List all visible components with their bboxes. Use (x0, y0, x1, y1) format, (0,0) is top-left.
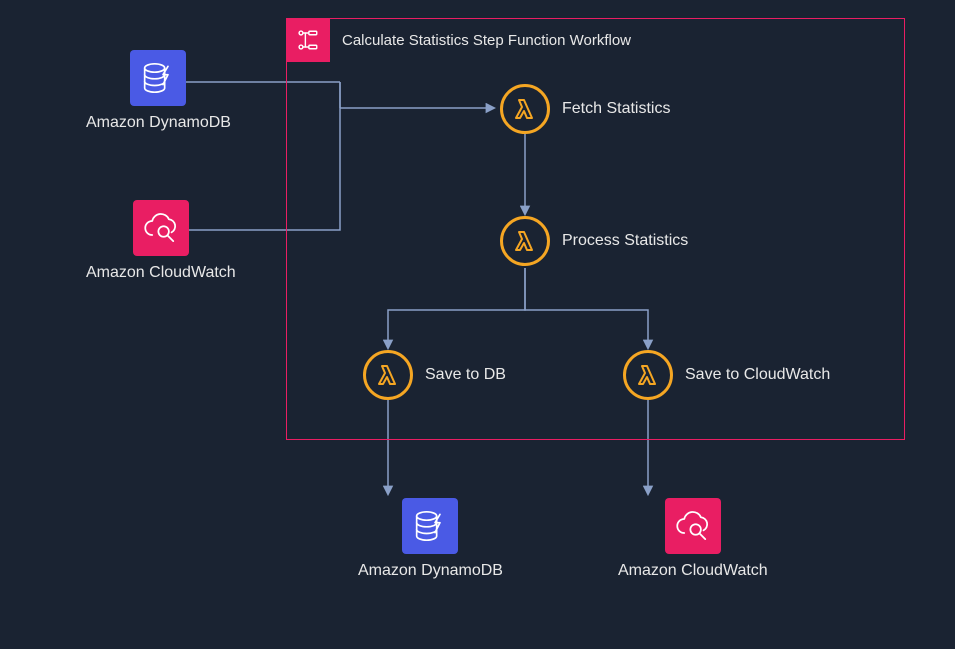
lambda-icon (500, 216, 550, 266)
dynamodb-icon (402, 498, 458, 554)
save-to-cloudwatch-label: Save to CloudWatch (685, 366, 830, 384)
lambda-icon (500, 84, 550, 134)
step-functions-icon (286, 18, 330, 62)
cloudwatch-left-node: Amazon CloudWatch (86, 200, 236, 282)
cloudwatch-left-label: Amazon CloudWatch (86, 264, 236, 282)
workflow-header: Calculate Statistics Step Function Workf… (286, 18, 631, 62)
fetch-statistics-label: Fetch Statistics (562, 100, 670, 118)
workflow-title: Calculate Statistics Step Function Workf… (342, 32, 631, 49)
cloudwatch-bottom-label: Amazon CloudWatch (618, 562, 768, 580)
save-to-db-label: Save to DB (425, 366, 506, 384)
process-statistics-label: Process Statistics (562, 232, 688, 250)
save-to-db-node: Save to DB (363, 350, 506, 400)
lambda-icon (363, 350, 413, 400)
dynamodb-left-node: Amazon DynamoDB (86, 50, 231, 132)
dynamodb-bottom-label: Amazon DynamoDB (358, 562, 503, 580)
dynamodb-icon (130, 50, 186, 106)
process-statistics-node: Process Statistics (500, 216, 688, 266)
cloudwatch-icon (133, 200, 189, 256)
dynamodb-bottom-node: Amazon DynamoDB (358, 498, 503, 580)
cloudwatch-bottom-node: Amazon CloudWatch (618, 498, 768, 580)
save-to-cloudwatch-node: Save to CloudWatch (623, 350, 830, 400)
dynamodb-left-label: Amazon DynamoDB (86, 114, 231, 132)
fetch-statistics-node: Fetch Statistics (500, 84, 670, 134)
lambda-icon (623, 350, 673, 400)
cloudwatch-icon (665, 498, 721, 554)
